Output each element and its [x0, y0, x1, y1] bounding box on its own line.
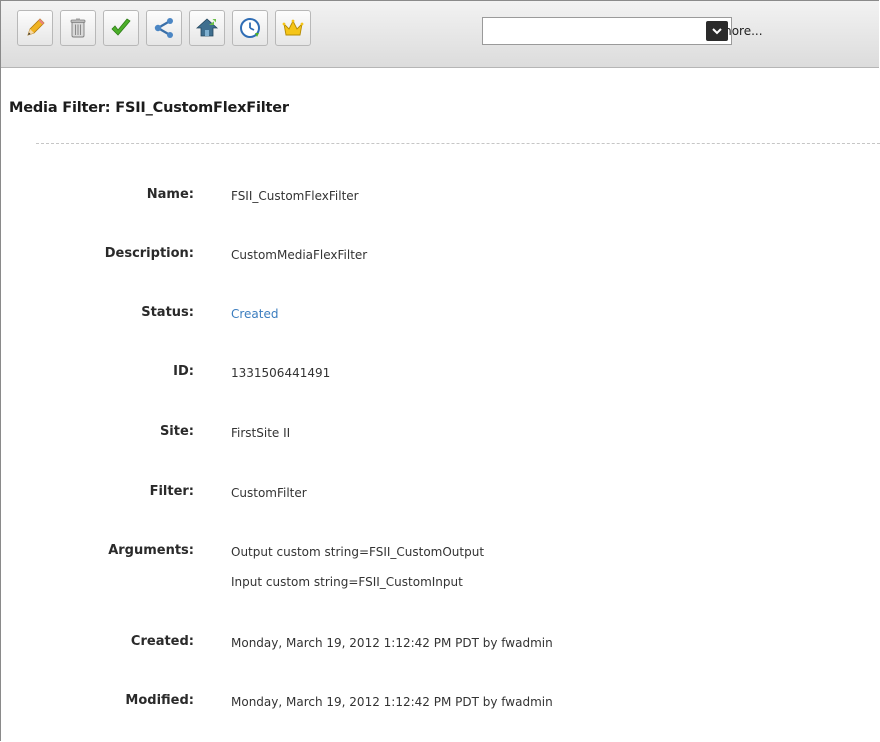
- more-actions-select[interactable]: more...: [482, 17, 763, 45]
- argument-output: Output custom string=FSII_CustomOutput: [231, 545, 485, 559]
- id-label: ID:: [173, 364, 194, 379]
- modified-value: Monday, March 19, 2012 1:12:42 PM PDT by…: [231, 695, 553, 709]
- id-value: 1331506441491: [231, 366, 331, 380]
- divider: [36, 143, 880, 144]
- description-label: Description:: [104, 246, 194, 261]
- name-value: FSII_CustomFlexFilter: [231, 189, 359, 203]
- chevron-down-icon[interactable]: [706, 21, 728, 41]
- site-label: Site:: [159, 424, 194, 439]
- toolbar: more...: [1, 1, 879, 68]
- arguments-label: Arguments:: [108, 543, 194, 558]
- modified-label: Modified:: [125, 693, 194, 708]
- edit-button[interactable]: [17, 10, 53, 46]
- created-label: Created:: [130, 634, 194, 649]
- share-button[interactable]: [146, 10, 182, 46]
- page-title: Media Filter: FSII_CustomFlexFilter: [9, 100, 289, 116]
- argument-input: Input custom string=FSII_CustomInput: [231, 575, 463, 589]
- checkmark-icon: [111, 18, 131, 36]
- clock-icon: [240, 18, 260, 38]
- crown-icon: [282, 19, 304, 36]
- history-button[interactable]: [232, 10, 268, 46]
- description-value: CustomMediaFlexFilter: [231, 248, 368, 262]
- tag-button[interactable]: [275, 10, 311, 46]
- trash-icon: [70, 18, 86, 38]
- preview-button[interactable]: [189, 10, 225, 46]
- delete-button[interactable]: [60, 10, 96, 46]
- pencil-icon: [27, 18, 45, 36]
- status-link[interactable]: Created: [231, 307, 279, 321]
- filter-value: CustomFilter: [231, 486, 307, 500]
- share-icon: [154, 18, 173, 38]
- name-label: Name:: [146, 187, 194, 202]
- approve-button[interactable]: [103, 10, 139, 46]
- created-value: Monday, March 19, 2012 1:12:42 PM PDT by…: [231, 636, 553, 650]
- filter-label: Filter:: [149, 484, 194, 499]
- site-value: FirstSite II: [231, 426, 291, 440]
- home-up-icon: [195, 18, 219, 37]
- status-label: Status:: [141, 305, 194, 320]
